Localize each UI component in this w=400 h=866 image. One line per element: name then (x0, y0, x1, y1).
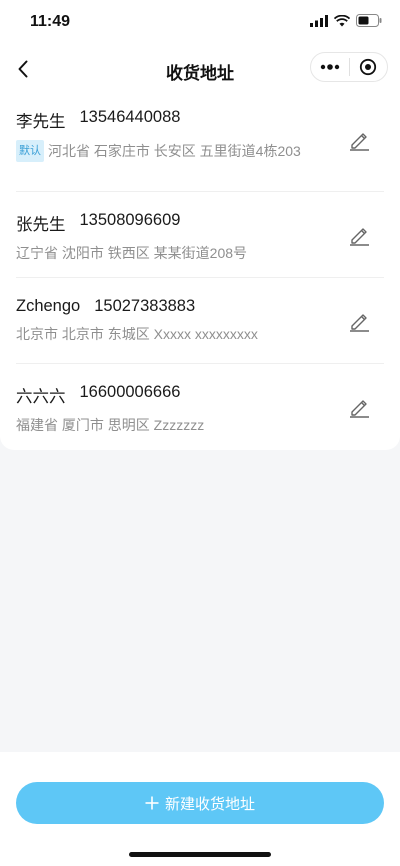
edit-button[interactable] (346, 222, 372, 248)
address-text: 福建省 厦门市 思明区 Zzzzzzz (16, 417, 205, 433)
new-address-button[interactable]: 新建收货地址 (16, 782, 384, 824)
address-item[interactable]: Zchengo 15027383883 北京市 北京市 东城区 Xxxxx xx… (0, 278, 400, 364)
bottom-bar: 新建收货地址 (0, 752, 400, 866)
address-item[interactable]: 李先生 13546440088 默认 河北省 石家庄市 长安区 五里街道4栋203 (0, 92, 400, 192)
contact-line: 李先生 13546440088 (16, 108, 384, 132)
contact-name: 六六六 (16, 388, 66, 406)
contact-line: 张先生 13508096609 (16, 211, 384, 235)
address-text: 辽宁省 沈阳市 铁西区 某某街道208号 (16, 245, 248, 261)
address-text-line: 默认 河北省 石家庄市 长安区 五里街道4栋203 (16, 140, 316, 162)
more-button[interactable] (311, 53, 349, 81)
contact-phone: 13508096609 (79, 211, 181, 229)
edit-button[interactable] (346, 127, 372, 153)
default-badge: 默认 (16, 140, 44, 162)
contact-phone: 13546440088 (79, 108, 181, 126)
address-text: 河北省 石家庄市 长安区 五里街道4栋203 (48, 143, 301, 159)
contact-phone: 16600006666 (79, 383, 181, 401)
nav-bar: 收货地址 (0, 46, 400, 92)
pencil-icon (350, 400, 369, 418)
target-circle-icon (360, 58, 377, 76)
address-text-line: 福建省 厦门市 思明区 Zzzzzzz (16, 415, 316, 435)
status-bar: 11:49 (0, 0, 400, 46)
contact-phone: 15027383883 (94, 297, 196, 315)
more-dots-icon (320, 64, 339, 70)
wifi-icon (334, 14, 350, 26)
contact-line: 六六六 16600006666 (16, 383, 384, 407)
edit-button[interactable] (346, 394, 372, 420)
address-item[interactable]: 六六六 16600006666 福建省 厦门市 思明区 Zzzzzzz (0, 364, 400, 450)
address-text: 北京市 北京市 东城区 Xxxxx xxxxxxxxx (16, 326, 258, 342)
new-address-label: 新建收货地址 (164, 795, 255, 813)
pencil-icon (350, 133, 369, 151)
contact-name: 张先生 (16, 216, 66, 234)
status-time: 11:49 (30, 13, 71, 30)
close-button[interactable] (349, 53, 387, 81)
address-text-line: 辽宁省 沈阳市 铁西区 某某街道208号 (16, 243, 316, 263)
contact-line: Zchengo 15027383883 (16, 297, 384, 316)
plus-icon (145, 796, 159, 810)
mini-program-capsule (310, 52, 388, 82)
signal-icon (310, 14, 328, 27)
contact-name: 李先生 (16, 113, 66, 131)
address-text-line: 北京市 北京市 东城区 Xxxxx xxxxxxxxx (16, 324, 316, 344)
home-indicator (129, 852, 271, 857)
edit-button[interactable] (346, 308, 372, 334)
pencil-icon (350, 314, 369, 332)
status-icons (310, 14, 382, 27)
battery-icon (356, 14, 382, 27)
address-list: 李先生 13546440088 默认 河北省 石家庄市 长安区 五里街道4栋203… (0, 92, 400, 450)
address-item[interactable]: 张先生 13508096609 辽宁省 沈阳市 铁西区 某某街道208号 (0, 192, 400, 278)
pencil-icon (350, 228, 369, 246)
contact-name: Zchengo (16, 297, 81, 315)
